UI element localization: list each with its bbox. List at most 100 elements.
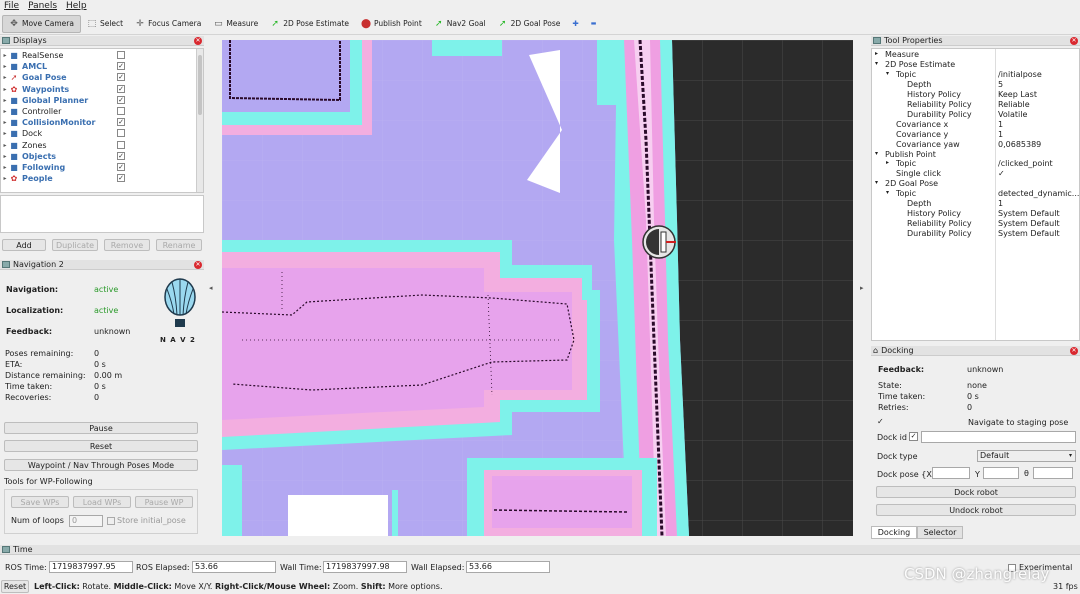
property-value[interactable]: 0,0685389 (998, 140, 1041, 149)
display-item-controller[interactable]: ▸ ■ Controller (1, 106, 203, 117)
display-item-amcl[interactable]: ▸ ■ AMCL ✓ (1, 61, 203, 72)
dock-robot-button[interactable]: Dock robot (876, 486, 1076, 498)
expand-arrow-icon[interactable]: ▾ (886, 189, 889, 196)
display-enable-checkbox[interactable] (117, 51, 125, 59)
display-enable-checkbox[interactable] (117, 140, 125, 149)
tool-select[interactable]: ⬚ Select (81, 15, 129, 33)
display-enable-checkbox[interactable]: ✓ (117, 151, 125, 160)
property-value[interactable]: 1 (998, 130, 1003, 139)
expand-arrow-icon[interactable]: ▸ (1, 175, 9, 182)
menu-help[interactable]: Help (66, 1, 87, 11)
expand-arrow-icon[interactable]: ▸ (1, 97, 9, 104)
expand-arrow-icon[interactable]: ▸ (1, 142, 9, 149)
property-value[interactable]: System Default (998, 229, 1060, 238)
property-value[interactable]: 1 (998, 199, 1003, 208)
property-value[interactable]: System Default (998, 209, 1060, 218)
display-enable-checkbox[interactable] (117, 129, 125, 138)
ros-elapsed-field[interactable]: 53.66 (192, 561, 276, 573)
display-enable-checkbox[interactable]: ✓ (117, 62, 125, 71)
dock-pose-x-input[interactable] (932, 467, 970, 479)
expand-arrow-icon[interactable]: ▸ (1, 164, 9, 171)
scrollbar[interactable] (196, 49, 203, 192)
waypoint-mode-button[interactable]: Waypoint / Nav Through Poses Mode (4, 459, 198, 471)
num-loops-input[interactable]: 0 (69, 515, 103, 527)
display-item-people[interactable]: ▸ ✿ People ✓ (1, 173, 203, 184)
add-tool-icon[interactable]: ✚ (566, 15, 584, 33)
close-icon[interactable]: ✕ (194, 36, 202, 45)
ros-time-field[interactable]: 1719837997.95 (49, 561, 133, 573)
tool-focus-camera[interactable]: ✛ Focus Camera (129, 15, 207, 33)
collapse-right-icon[interactable]: ▸ (860, 284, 864, 292)
pause-button[interactable]: Pause (4, 422, 198, 434)
dock-id-checkbox[interactable]: ✓ (909, 432, 918, 441)
rename-display-button[interactable]: Rename (156, 239, 202, 251)
display-item-goal-pose[interactable]: ▸ ➚ Goal Pose ✓ (1, 72, 203, 83)
display-item-objects[interactable]: ▸ ■ Objects ✓ (1, 151, 203, 162)
menu-panels[interactable]: Panels (28, 1, 57, 11)
property-value[interactable]: /initialpose (998, 70, 1042, 79)
property-value[interactable]: Volatile (998, 110, 1027, 119)
menu-file[interactable]: File (4, 1, 19, 11)
tab-selector[interactable]: Selector (917, 526, 963, 539)
collapse-left-icon[interactable]: ◂ (209, 284, 213, 292)
expand-arrow-icon[interactable]: ▾ (875, 150, 878, 157)
status-reset-button[interactable]: Reset (1, 580, 29, 593)
display-enable-checkbox[interactable]: ✓ (117, 118, 125, 127)
dock-type-select[interactable]: Default ▾ (977, 450, 1076, 462)
tool-2d-goal-pose[interactable]: ➚ 2D Goal Pose (492, 15, 567, 33)
expand-arrow-icon[interactable]: ▸ (1, 74, 9, 81)
pause-wp-button[interactable]: Pause WP (135, 496, 193, 508)
tab-docking[interactable]: Docking (871, 526, 917, 539)
display-item-collisionmonitor[interactable]: ▸ ■ CollisionMonitor ✓ (1, 117, 203, 128)
expand-arrow-icon[interactable]: ▸ (1, 52, 9, 59)
dock-pose-y-input[interactable] (983, 467, 1019, 479)
expand-arrow-icon[interactable]: ▾ (886, 70, 889, 77)
display-enable-checkbox[interactable]: ✓ (117, 84, 125, 93)
expand-arrow-icon[interactable]: ▸ (1, 108, 9, 115)
expand-arrow-icon[interactable]: ▾ (875, 179, 878, 186)
tool-measure[interactable]: ▭ Measure (207, 15, 264, 33)
property-value[interactable]: ✓ (998, 169, 1005, 178)
reset-button[interactable]: Reset (4, 440, 198, 452)
display-item-following[interactable]: ▸ ■ Following ✓ (1, 162, 203, 173)
tool-publish-point[interactable]: ⬤ Publish Point (355, 15, 428, 33)
property-value[interactable]: Keep Last (998, 90, 1037, 99)
display-item-zones[interactable]: ▸ ■ Zones (1, 140, 203, 151)
tool-nav2-goal[interactable]: ➚ Nav2 Goal (428, 15, 492, 33)
dock-pose-theta-input[interactable] (1033, 467, 1073, 479)
tool-2d-pose-estimate[interactable]: ➚ 2D Pose Estimate (264, 15, 355, 33)
load-wps-button[interactable]: Load WPs (73, 496, 131, 508)
display-item-global-planner[interactable]: ▸ ■ Global Planner ✓ (1, 95, 203, 106)
wall-time-field[interactable]: 1719837997.98 (323, 561, 407, 573)
remove-tool-icon[interactable]: ▬ (585, 15, 603, 33)
property-value[interactable]: /clicked_point (998, 159, 1053, 168)
property-value[interactable]: System Default (998, 219, 1060, 228)
display-item-waypoints[interactable]: ▸ ✿ Waypoints ✓ (1, 84, 203, 95)
store-initial-checkbox[interactable]: Store initial_pose (107, 516, 186, 525)
property-value[interactable]: Reliable (998, 100, 1030, 109)
tool-move-camera[interactable]: ✥ Move Camera (2, 14, 81, 33)
expand-arrow-icon[interactable]: ▸ (1, 63, 9, 70)
display-enable-checkbox[interactable] (117, 106, 125, 115)
expand-arrow-icon[interactable]: ▸ (1, 86, 9, 93)
property-value[interactable]: 1 (998, 120, 1003, 129)
expand-arrow-icon[interactable]: ▸ (1, 153, 9, 160)
display-enable-checkbox[interactable]: ✓ (117, 95, 125, 104)
save-wps-button[interactable]: Save WPs (11, 496, 69, 508)
expand-arrow-icon[interactable]: ▸ (875, 50, 878, 57)
map-3d-view[interactable] (222, 40, 853, 536)
close-icon[interactable]: ✕ (194, 260, 202, 269)
expand-arrow-icon[interactable]: ▾ (875, 60, 878, 67)
close-icon[interactable]: ✕ (1070, 36, 1078, 45)
display-enable-checkbox[interactable]: ✓ (117, 162, 125, 171)
display-item-dock[interactable]: ▸ ■ Dock (1, 128, 203, 139)
expand-arrow-icon[interactable]: ▸ (1, 130, 9, 137)
expand-arrow-icon[interactable]: ▸ (1, 119, 9, 126)
property-value[interactable]: detected_dynamic... (998, 189, 1079, 198)
property-value[interactable]: 5 (998, 80, 1003, 89)
display-enable-checkbox[interactable]: ✓ (117, 174, 125, 183)
wall-elapsed-field[interactable]: 53.66 (466, 561, 550, 573)
remove-display-button[interactable]: Remove (104, 239, 150, 251)
expand-arrow-icon[interactable]: ▸ (886, 159, 889, 166)
display-enable-checkbox[interactable]: ✓ (117, 73, 125, 82)
